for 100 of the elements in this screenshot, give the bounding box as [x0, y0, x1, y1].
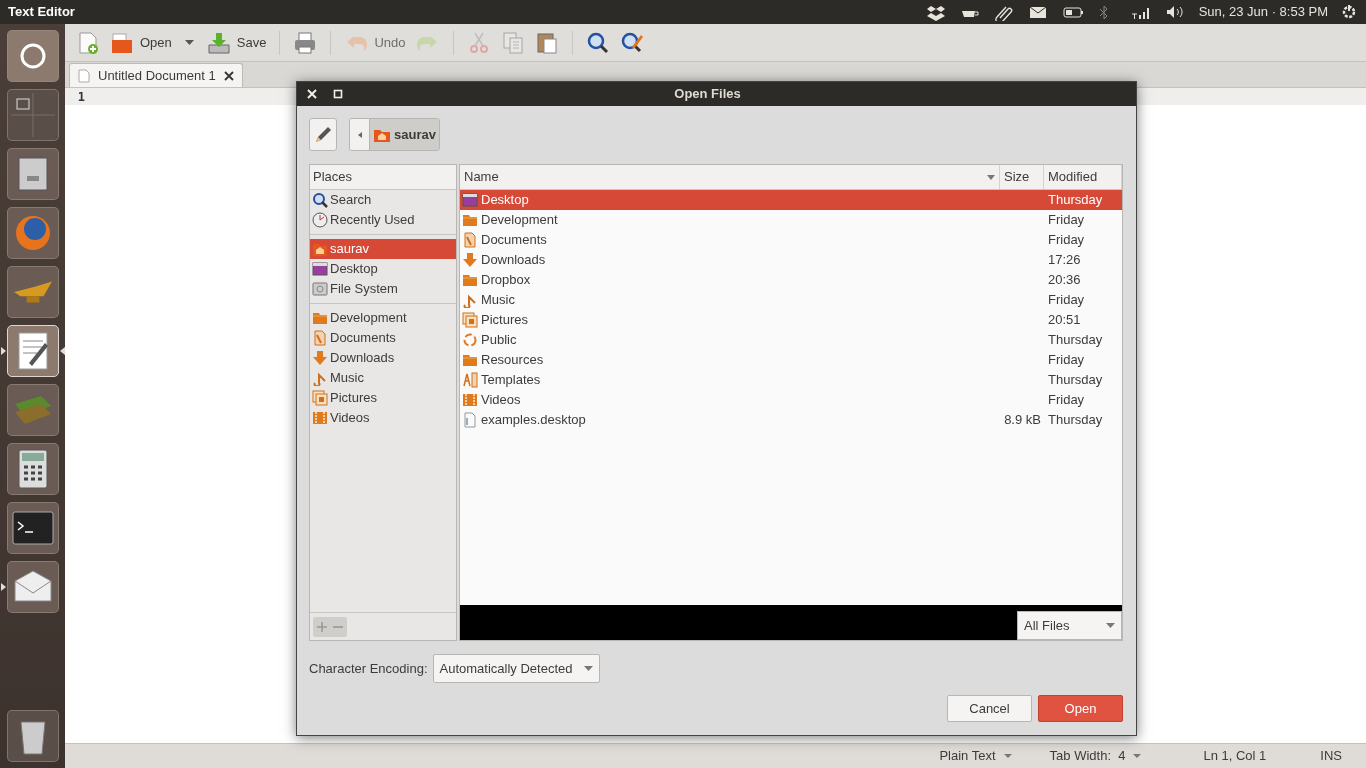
file-icon [462, 412, 478, 428]
music-note-icon [312, 370, 328, 386]
places-item[interactable]: saurav [310, 239, 456, 259]
places-item[interactable]: Documents [310, 328, 456, 348]
column-header[interactable]: Size [1000, 165, 1044, 189]
modified-date: Thursday [1048, 192, 1103, 208]
encoding-label: Character Encoding: [309, 659, 428, 678]
places-item[interactable]: Development [310, 308, 456, 328]
file-row[interactable]: Dropbox 20:36 [460, 270, 1122, 290]
power-gear-icon[interactable] [1340, 3, 1358, 21]
places-item[interactable]: Pictures [310, 388, 456, 408]
path-segment-button[interactable]: saurav [370, 119, 439, 150]
film-icon [312, 410, 328, 426]
modified-date: Friday [1048, 212, 1085, 228]
dropdown-arrow-icon [1106, 623, 1115, 628]
folder-icon [462, 272, 478, 288]
file-row[interactable]: Public Thursday [460, 330, 1122, 350]
column-header[interactable]: Modified [1044, 165, 1122, 189]
file-row[interactable]: Documents Friday [460, 230, 1122, 250]
launcher-button[interactable] [6, 443, 59, 495]
search-icon [585, 30, 610, 55]
home-folder-icon [312, 241, 328, 257]
file-row[interactable]: Templates Thursday [460, 370, 1122, 390]
share-icon [462, 332, 478, 348]
dropbox-icon[interactable] [926, 3, 947, 21]
cursor-position: Ln 1, Col 1 [1203, 747, 1267, 766]
file-name: Documents [481, 231, 547, 250]
close-icon[interactable] [223, 70, 234, 81]
lamp-icon [12, 280, 53, 304]
document-folder-icon [462, 232, 478, 248]
places-item[interactable]: File System [310, 279, 456, 299]
file-row[interactable]: Desktop Thursday [460, 190, 1122, 210]
document-folder-icon [312, 330, 328, 346]
places-item[interactable]: Recently Used [310, 210, 456, 230]
tab-width-dropdown[interactable]: Tab Width: 4 [1049, 746, 1142, 766]
templates-icon [462, 372, 478, 388]
file-type-dropdown[interactable]: All Files [1017, 611, 1122, 640]
places-item[interactable]: Videos [310, 408, 456, 428]
launcher-button[interactable] [6, 325, 59, 377]
search-icon [312, 192, 328, 208]
file-row[interactable]: Resources Friday [460, 350, 1122, 370]
pictures-icon [312, 390, 328, 406]
new-document-icon [76, 30, 100, 55]
file-name: Music [481, 291, 515, 310]
modified-date: 20:36 [1048, 272, 1081, 288]
open-button[interactable]: Open [1038, 695, 1123, 722]
file-row[interactable]: Videos Friday [460, 390, 1122, 410]
clock-icon [312, 212, 328, 228]
launcher-button[interactable] [6, 266, 59, 318]
modified-date: Friday [1048, 352, 1085, 368]
modified-date: Friday [1048, 232, 1085, 248]
file-row[interactable]: examples.desktop 8.9 kB Thursday [460, 410, 1122, 430]
folder-icon [462, 212, 478, 228]
document-tab[interactable]: Untitled Document 1 [69, 63, 243, 87]
places-item[interactable]: Desktop [310, 259, 456, 279]
file-size: 8.9 kB [1004, 412, 1041, 428]
launcher-button[interactable] [6, 502, 59, 554]
tab-label: Untitled Document 1 [98, 66, 216, 85]
column-header[interactable]: Name [460, 165, 1000, 189]
file-name: Videos [481, 391, 521, 410]
dropdown-arrow-icon [1003, 753, 1012, 759]
encoding-dropdown[interactable]: Automatically Detected [432, 654, 601, 683]
launcher-button[interactable] [6, 710, 59, 762]
drive-icon [312, 281, 328, 297]
file-name: Resources [481, 351, 544, 370]
modified-date: 20:51 [1048, 312, 1081, 328]
file-name: Development [481, 211, 558, 230]
dropdown-arrow-button[interactable] [184, 39, 194, 46]
places-item[interactable]: Search [310, 190, 456, 210]
file-row[interactable]: Pictures 20:51 [460, 310, 1122, 330]
maximize-icon[interactable] [333, 89, 343, 99]
sort-arrow-icon [987, 174, 995, 180]
file-row[interactable]: Music Friday [460, 290, 1122, 310]
file-name: Desktop [481, 191, 529, 210]
copy-icon [500, 30, 525, 55]
places-item[interactable]: Music [310, 368, 456, 388]
save-button[interactable]: Save [203, 27, 270, 58]
launcher-button[interactable] [6, 30, 59, 82]
file-name: Templates [481, 371, 541, 390]
language-dropdown[interactable]: Plain Text [939, 746, 1012, 766]
dialog-title: Open Files [673, 85, 742, 104]
clock[interactable]: Sun, 23 Jun · 8:53 PM [1198, 2, 1328, 22]
desktop-icon [312, 261, 328, 277]
pictures-icon [462, 312, 478, 328]
launcher-button[interactable] [6, 561, 59, 613]
places-item[interactable]: Downloads [310, 348, 456, 368]
app-title: Text Editor [8, 3, 75, 22]
column-header[interactable]: Places [310, 165, 456, 190]
download-drive-icon [206, 30, 231, 55]
find-replace-icon [619, 30, 644, 55]
open-button[interactable]: Open [107, 27, 175, 58]
modified-date: Friday [1048, 292, 1085, 308]
file-row[interactable]: Downloads 17:26 [460, 250, 1122, 270]
file-name: Pictures [481, 311, 528, 330]
folder-icon [462, 352, 478, 368]
document-icon [78, 68, 90, 83]
edit-location-button[interactable] [309, 118, 337, 151]
cancel-button[interactable]: Cancel [947, 695, 1032, 722]
launcher-button[interactable] [6, 148, 59, 200]
file-row[interactable]: Development Friday [460, 210, 1122, 230]
